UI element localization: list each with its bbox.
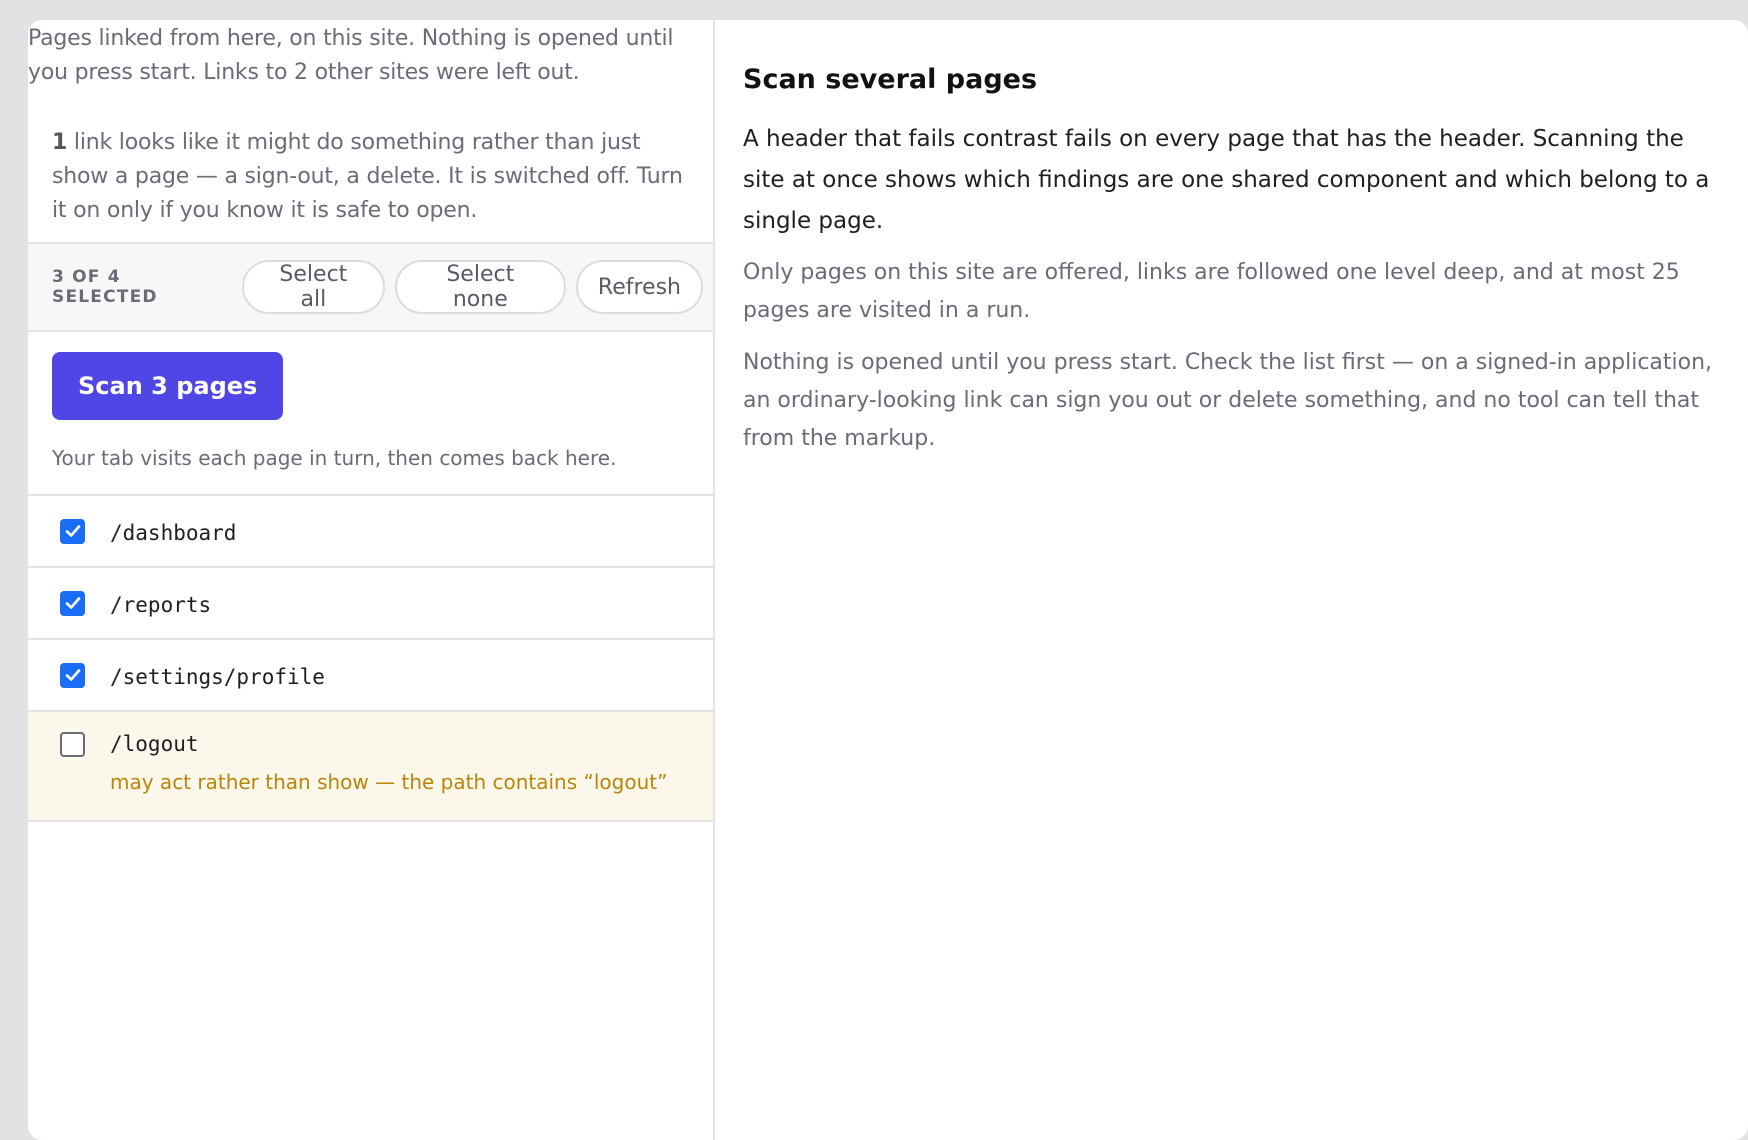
risky-links-count: 1 — [52, 130, 68, 155]
select-none-button[interactable]: Select none — [394, 260, 566, 314]
checkmark-icon — [65, 669, 80, 681]
page-checkbox[interactable] — [60, 732, 85, 757]
app-window: Pages linked from here, on this site. No… — [28, 20, 1748, 1140]
select-all-button[interactable]: Select all — [242, 260, 385, 314]
info-panel: Scan several pages A header that fails c… — [715, 20, 1748, 1140]
risky-page-info: /logout may act rather than show — the p… — [110, 732, 667, 794]
panel-title: Scan several pages — [743, 64, 1038, 95]
checkmark-icon — [65, 525, 80, 537]
scope-paragraph: Only pages on this site are offered, lin… — [743, 260, 1680, 323]
page-row[interactable]: /reports — [28, 568, 713, 640]
risk-warning-text: may act rather than show — the path cont… — [110, 770, 668, 794]
checkmark-icon — [65, 597, 80, 609]
caution-paragraph: Nothing is opened until you press start.… — [743, 350, 1713, 451]
page-checkbox[interactable] — [60, 662, 85, 688]
page-checkbox[interactable] — [60, 518, 85, 544]
page-picker-panel: Pages linked from here, on this site. No… — [28, 20, 715, 1140]
page-row-risky[interactable]: /logout may act rather than show — the p… — [28, 712, 713, 822]
risky-links-note: 1 link looks like it might do something … — [28, 90, 713, 242]
selection-count: 3 OF 4 SELECTED — [52, 267, 158, 307]
selection-toolbar: 3 OF 4 SELECTED Select all Select none R… — [28, 242, 713, 332]
page-path: /reports — [110, 593, 212, 617]
scan-pages-button[interactable]: Scan 3 pages — [52, 352, 284, 420]
page-path: /dashboard — [110, 521, 237, 545]
page-path: /settings/profile — [110, 665, 325, 689]
scan-section: Scan 3 pages Your tab visits each page i… — [28, 332, 713, 496]
page-checkbox[interactable] — [60, 590, 85, 616]
intro-paragraph: A header that fails contrast fails on ev… — [743, 126, 1710, 234]
scan-help-text: Your tab visits each page in turn, then … — [52, 446, 617, 470]
page-row[interactable]: /dashboard — [28, 496, 713, 568]
page-path: /logout — [110, 732, 199, 756]
risky-links-text: link looks like it might do something ra… — [52, 130, 683, 223]
page-row[interactable]: /settings/profile — [28, 640, 713, 712]
refresh-button[interactable]: Refresh — [575, 260, 703, 314]
intro-text: Pages linked from here, on this site. No… — [28, 26, 674, 85]
